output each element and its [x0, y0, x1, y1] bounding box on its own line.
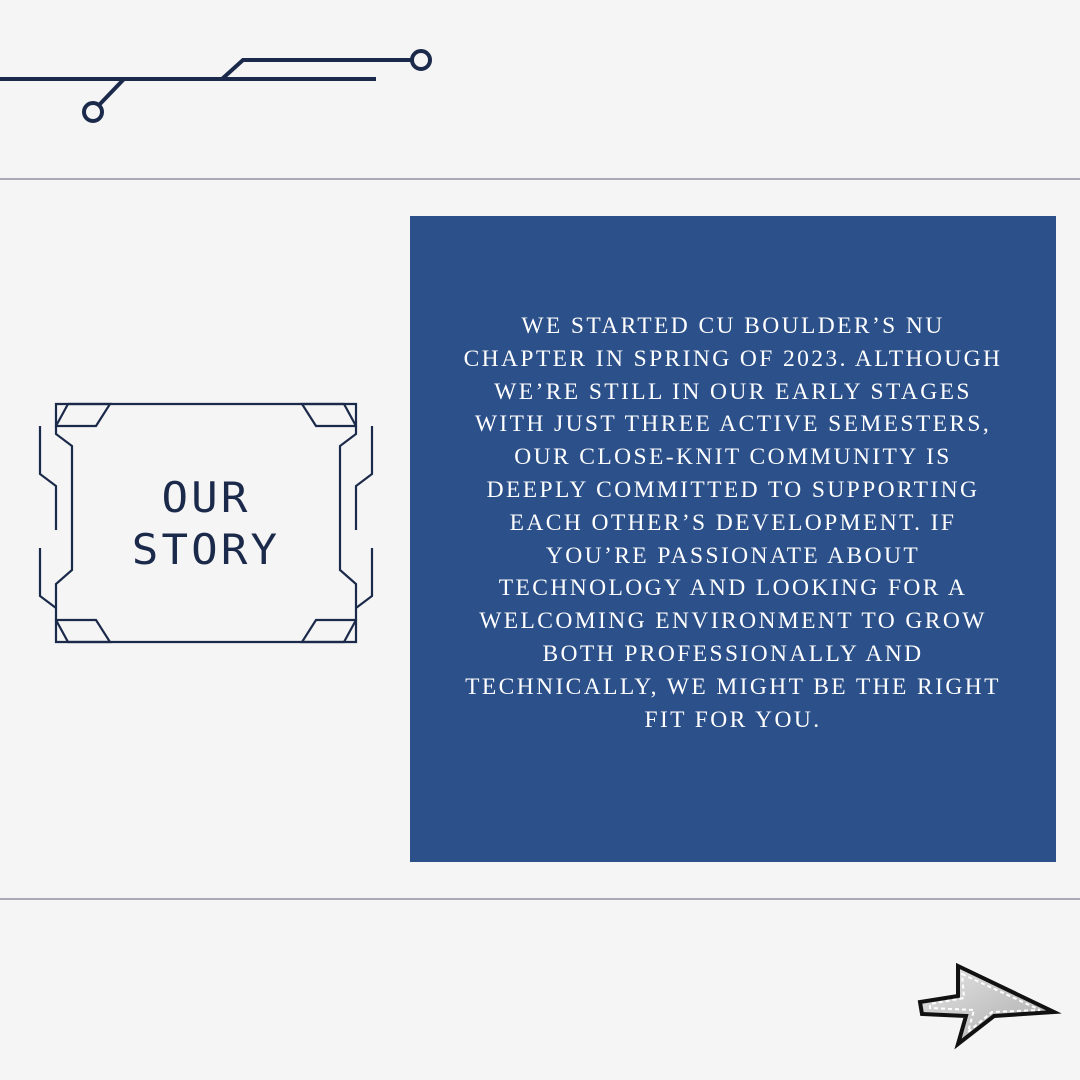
title-frame: OUR STORY: [38, 400, 374, 648]
story-panel: We started CU Boulder’s NU chapter in Sp…: [410, 216, 1056, 862]
story-paragraph: We started CU Boulder’s NU chapter in Sp…: [463, 313, 1003, 733]
title-line-2: STORY: [131, 525, 281, 574]
circuit-trace-icon: [0, 49, 432, 123]
title-line-1: OUR: [161, 473, 251, 522]
page-title: OUR STORY: [30, 400, 383, 648]
top-divider: [0, 178, 1080, 180]
bottom-divider: [0, 898, 1080, 900]
pixel-cursor-icon: [917, 962, 1062, 1050]
